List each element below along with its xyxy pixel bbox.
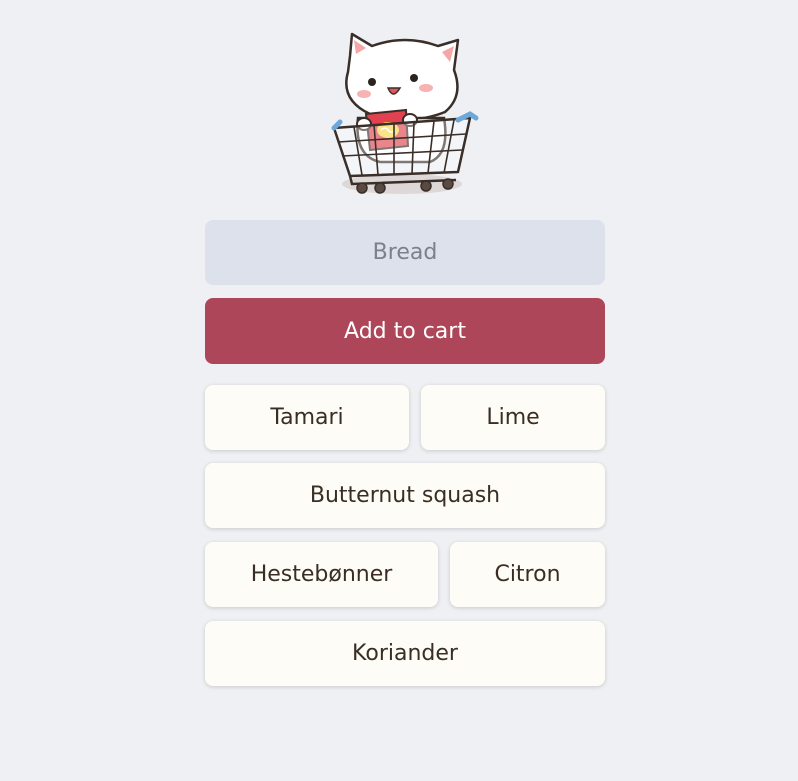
suggestion-chip-citron[interactable]: Citron (450, 542, 605, 607)
item-input[interactable] (205, 220, 605, 285)
add-to-cart-button[interactable]: Add to cart (205, 298, 605, 364)
app-container: Add to cart Tamari Lime Butternut squash… (0, 0, 798, 781)
suggestion-chip-butternut-squash[interactable]: Butternut squash (205, 463, 605, 528)
suggestion-chip-lime[interactable]: Lime (421, 385, 605, 450)
suggestion-chip-koriander[interactable]: Koriander (205, 621, 605, 686)
cat-in-shopping-cart-icon (331, 32, 479, 194)
suggestion-chip-tamari[interactable]: Tamari (205, 385, 409, 450)
suggestion-chip-hestebonner[interactable]: Hestebønner (205, 542, 438, 607)
